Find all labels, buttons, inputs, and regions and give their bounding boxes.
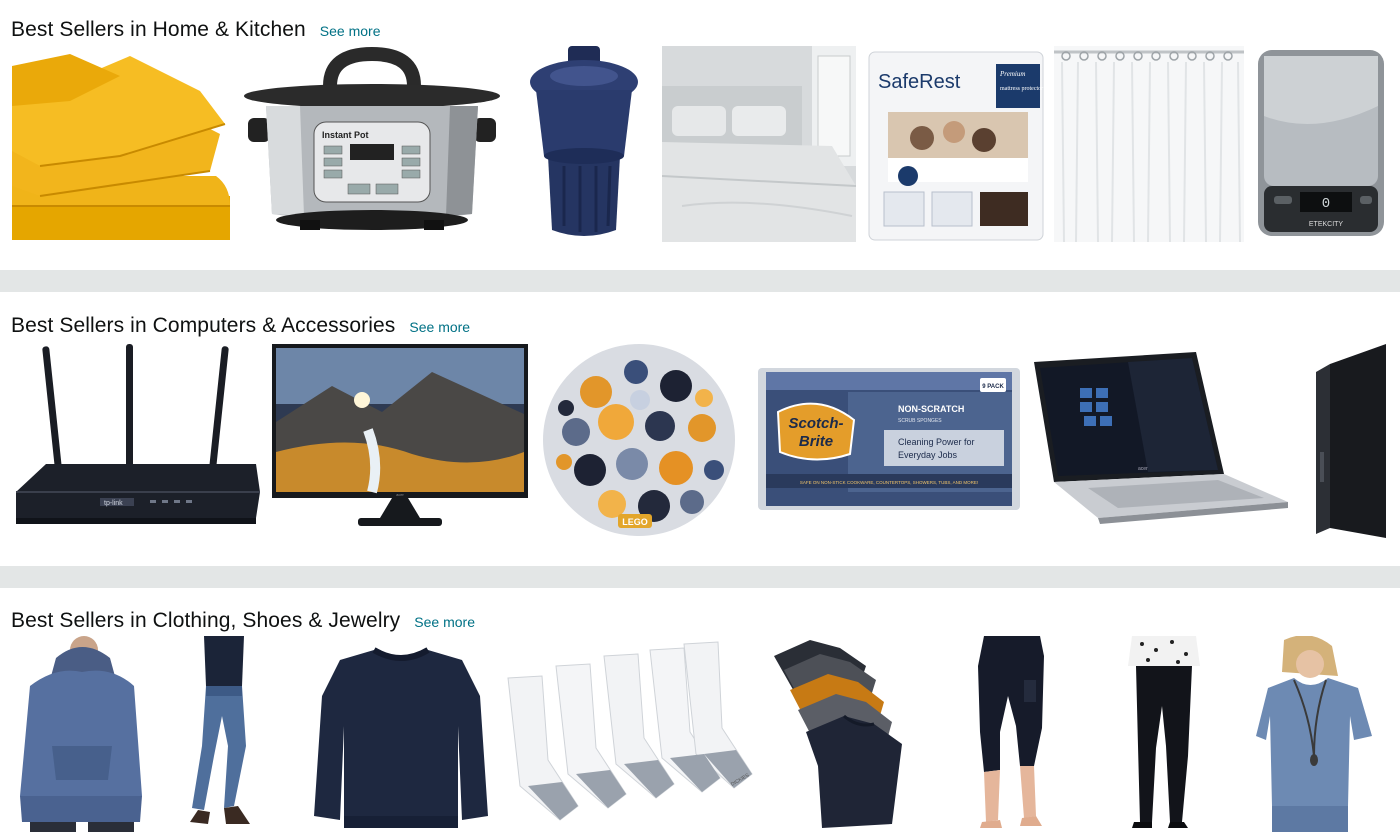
leggings-image [978, 636, 1044, 828]
product-line3: Cleaning Power for [898, 437, 975, 447]
brand-text: Instant Pot [322, 130, 369, 140]
product-item[interactable]: DICKIES [500, 636, 762, 832]
row-title: Best Sellers in Computers & Accessories [11, 314, 396, 337]
pack-count: 9 PACK [982, 384, 1004, 390]
jeans-image [190, 636, 250, 824]
water-filter-image [530, 46, 638, 236]
brand-text: LEGO [622, 517, 648, 527]
laptop-image: acer [1034, 352, 1288, 524]
brand-line1: Scotch- [788, 415, 843, 432]
product-item[interactable] [312, 636, 490, 832]
product-item[interactable] [662, 46, 856, 242]
product-item[interactable] [1316, 342, 1386, 538]
product-carousel: tp-link acer LEGO Scotch- Brite NON-SCRA… [0, 342, 1400, 540]
product-item[interactable]: LEGO [536, 342, 742, 538]
product-text: mattress protector [1000, 86, 1043, 92]
product-line1: NON-SCRATCH [898, 404, 964, 414]
product-line4: Everyday Jobs [898, 450, 958, 460]
row-clothing-shoes-jewelry: Best Sellers in Clothing, Shoes & Jewelr… [0, 588, 1400, 832]
see-more-link[interactable]: See more [320, 23, 381, 39]
white-sheets-image [662, 46, 856, 242]
product-item[interactable]: Scotch- Brite NON-SCRATCH SCRUB SPONGES … [758, 342, 1020, 538]
row-title: Best Sellers in Clothing, Shoes & Jewelr… [11, 609, 401, 632]
product-carousel: DICKIES [0, 636, 1400, 832]
brand-text: ETEKCITY [1309, 221, 1344, 228]
brand-text: acer [1138, 466, 1148, 472]
product-item[interactable] [10, 46, 232, 242]
row-header: Best Sellers in Clothing, Shoes & Jewelr… [11, 609, 475, 633]
sweatshirt-image [314, 647, 488, 828]
socks-image: DICKIES [507, 641, 753, 821]
instant-pot-image: Instant Pot [244, 46, 500, 230]
scale-reading: 0 [1322, 196, 1330, 212]
premium-text: Premium [999, 70, 1025, 78]
brand-text: SafeRest [878, 71, 961, 93]
product-item[interactable]: acer [272, 342, 528, 538]
product-item[interactable] [184, 636, 274, 832]
row-title: Best Sellers in Home & Kitchen [11, 18, 306, 41]
product-item[interactable]: tp-link [10, 342, 262, 538]
product-item[interactable]: SafeRest Premium mattress protector [868, 46, 1044, 242]
sticker-pack-image: LEGO [543, 344, 735, 536]
mattress-protector-image: SafeRest Premium mattress protector [868, 51, 1044, 241]
product-item[interactable] [1122, 636, 1206, 832]
row-home-kitchen: Best Sellers in Home & Kitchen See more [0, 0, 1400, 270]
product-item[interactable]: acer [1028, 342, 1290, 538]
brand-text: acer [396, 492, 404, 497]
brand-text: tp-link [104, 500, 123, 507]
black-router-image [1316, 344, 1386, 538]
monitor-image: acer [272, 344, 528, 526]
product-item[interactable] [528, 46, 640, 242]
product-item[interactable] [16, 636, 146, 832]
section-divider [0, 270, 1400, 292]
product-item[interactable] [1254, 636, 1374, 832]
see-more-link[interactable]: See more [414, 614, 475, 630]
blue-top-image [1256, 636, 1372, 832]
router-image: tp-link [16, 344, 260, 524]
product-item[interactable] [964, 636, 1056, 832]
product-item[interactable]: 0 ETEKCITY [1256, 46, 1386, 242]
row-computers-accessories: Best Sellers in Computers & Accessories … [0, 292, 1400, 566]
product-item[interactable]: Instant Pot [240, 46, 504, 242]
tshirt-pack-image [774, 640, 902, 828]
kitchen-scale-image: 0 ETEKCITY [1258, 50, 1384, 236]
product-carousel: Instant Pot SafeRest Premium mattress pr… [0, 46, 1400, 244]
row-header: Best Sellers in Computers & Accessories … [11, 314, 470, 338]
product-item[interactable] [1054, 46, 1244, 242]
scotch-brite-image: Scotch- Brite NON-SCRATCH SCRUB SPONGES … [758, 368, 1020, 510]
yellow-sheets-image [12, 54, 230, 240]
row-header: Best Sellers in Home & Kitchen See more [11, 18, 381, 42]
black-pants-image [1128, 636, 1200, 828]
shower-curtain-image [1054, 46, 1244, 242]
product-item[interactable] [770, 636, 910, 832]
product-footer: SAFE ON NON-STICK COOKWARE, COUNTERTOPS,… [800, 480, 978, 485]
product-line2: SCRUB SPONGES [898, 418, 942, 424]
see-more-link[interactable]: See more [409, 319, 470, 335]
brand-line2: Brite [799, 433, 833, 450]
hoodie-image [20, 636, 142, 832]
section-divider [0, 566, 1400, 588]
